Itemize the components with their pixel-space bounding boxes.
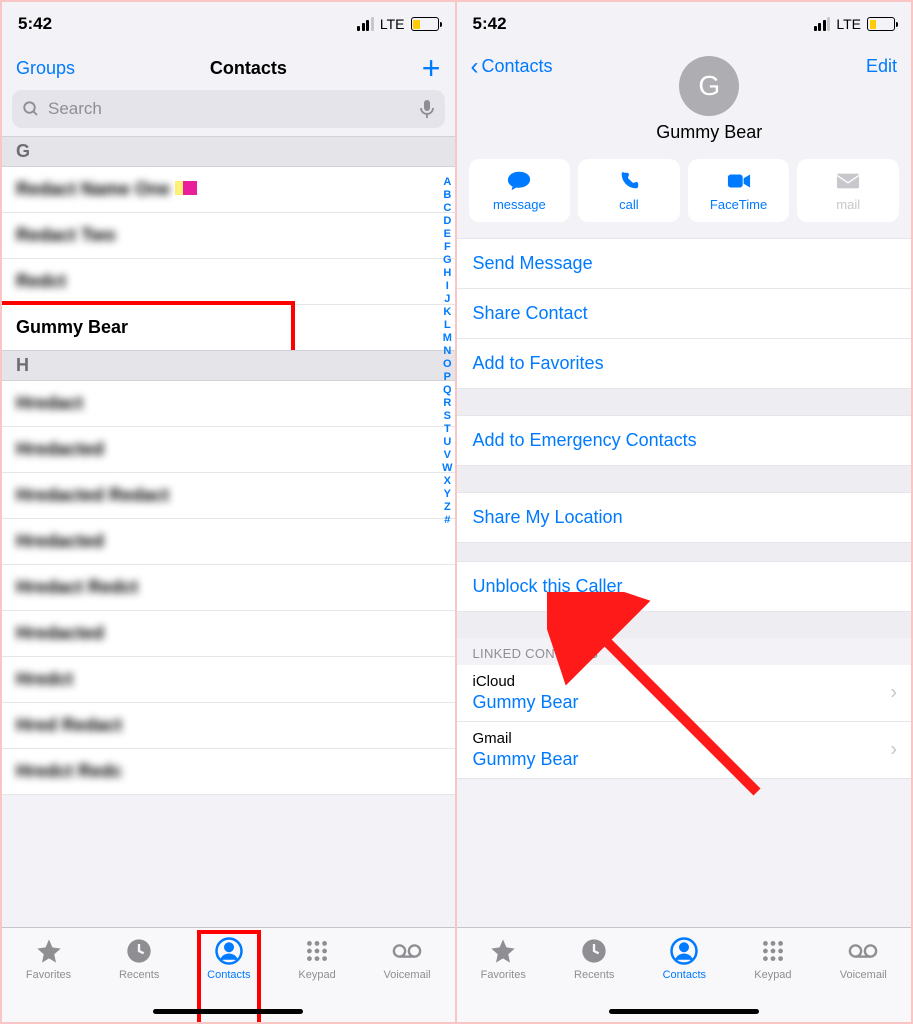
tab-bar: Favorites Recents Contacts Keypad Voicem… (457, 927, 912, 1022)
contact-list[interactable]: G Redact Name One Redact Two Redct Gummy… (2, 136, 455, 795)
section-header-h: H (2, 350, 455, 381)
search-placeholder: Search (48, 99, 102, 119)
voicemail-icon (848, 936, 878, 966)
mail-button: mail (797, 159, 899, 222)
keypad-icon (302, 936, 332, 966)
signal-icon (814, 17, 831, 31)
message-button[interactable]: message (469, 159, 571, 222)
list-item[interactable]: Hredact Redct (2, 565, 455, 611)
list-item[interactable]: Hredacted Redact (2, 473, 455, 519)
voicemail-icon (392, 936, 422, 966)
tab-voicemail[interactable]: Voicemail (384, 936, 431, 1022)
linked-contact-icloud[interactable]: iCloud Gummy Bear › (457, 665, 912, 722)
network-label: LTE (380, 16, 405, 32)
home-indicator[interactable] (609, 1009, 759, 1014)
unblock-caller-cell[interactable]: Unblock this Caller (457, 561, 912, 612)
avatar-block: G Gummy Bear (553, 56, 866, 143)
contact-name: Gummy Bear (656, 122, 762, 143)
mic-icon[interactable] (419, 99, 435, 119)
search-wrap: Search (2, 90, 455, 136)
back-button[interactable]: ‹ Contacts (471, 56, 553, 77)
clock-icon (579, 936, 609, 966)
list-item[interactable]: Hredacted (2, 519, 455, 565)
groups-button[interactable]: Groups (16, 58, 75, 79)
list-item[interactable]: Hredacted (2, 427, 455, 473)
chevron-left-icon: ‹ (471, 58, 479, 76)
list-item[interactable]: Hredacted (2, 611, 455, 657)
add-contact-button[interactable]: + (422, 50, 441, 87)
list-item-gummy-bear[interactable]: Gummy Bear (2, 301, 295, 354)
contact-icon (669, 936, 699, 966)
call-button[interactable]: call (578, 159, 680, 222)
add-favorites-cell[interactable]: Add to Favorites (457, 339, 912, 389)
tab-voicemail[interactable]: Voicemail (840, 936, 887, 1022)
emergency-contacts-cell[interactable]: Add to Emergency Contacts (457, 415, 912, 466)
page-title: Contacts (210, 58, 287, 79)
status-right: LTE (357, 16, 438, 32)
status-right: LTE (814, 16, 895, 32)
tab-favorites[interactable]: Favorites (481, 936, 526, 1022)
list-item[interactable]: Redact Two (2, 213, 455, 259)
chevron-right-icon: › (890, 682, 897, 705)
chevron-right-icon: › (890, 739, 897, 762)
tab-keypad[interactable]: Keypad (298, 936, 335, 1022)
phone-icon (617, 169, 641, 193)
status-time: 5:42 (473, 14, 507, 34)
clock-icon (124, 936, 154, 966)
mail-icon (836, 169, 860, 193)
detail-header: ‹ Contacts G Gummy Bear Edit (457, 46, 912, 149)
share-location-cell[interactable]: Share My Location (457, 492, 912, 543)
list-item[interactable]: Hredct Redc (2, 749, 455, 795)
status-time: 5:42 (18, 14, 52, 34)
send-message-cell[interactable]: Send Message (457, 238, 912, 289)
edit-button[interactable]: Edit (866, 56, 897, 77)
keypad-icon (758, 936, 788, 966)
signal-icon (357, 17, 374, 31)
list-item[interactable]: Redct (2, 259, 455, 305)
share-contact-cell[interactable]: Share Contact (457, 289, 912, 339)
status-bar: 5:42 LTE (457, 2, 912, 46)
avatar: G (679, 56, 739, 116)
tab-bar: Favorites Recents Contacts Keypad Voicem… (2, 927, 455, 1022)
contacts-list-screen: 5:42 LTE Groups Contacts + Search G Reda… (2, 2, 457, 1022)
status-bar: 5:42 LTE (2, 2, 455, 46)
video-icon (727, 169, 751, 193)
star-icon (34, 936, 64, 966)
linked-contacts-header: LINKED CONTACTS (457, 638, 912, 665)
list-item[interactable]: Redact Name One (2, 167, 455, 213)
section-header-g: G (2, 136, 455, 167)
network-label: LTE (836, 16, 861, 32)
actions-group: Send Message Share Contact Add to Favori… (457, 238, 912, 779)
contact-icon (214, 936, 244, 966)
facetime-button[interactable]: FaceTime (688, 159, 790, 222)
battery-icon (867, 17, 895, 31)
section-index[interactable]: ABCDEFGHIJKLMNOPQRSTUVWXYZ# (442, 176, 452, 526)
list-item[interactable]: Hred Redact (2, 703, 455, 749)
contact-detail-screen: 5:42 LTE ‹ Contacts G Gummy Bear Edit me… (457, 2, 912, 1022)
tab-favorites[interactable]: Favorites (26, 936, 71, 1022)
nav-header: Groups Contacts + (2, 46, 455, 90)
action-row: message call FaceTime mail (457, 149, 912, 238)
search-input[interactable]: Search (12, 90, 445, 128)
battery-icon (411, 17, 439, 31)
message-icon (507, 169, 531, 193)
linked-contact-gmail[interactable]: Gmail Gummy Bear › (457, 722, 912, 779)
list-item[interactable]: Hredact (2, 381, 455, 427)
home-indicator[interactable] (153, 1009, 303, 1014)
tab-keypad[interactable]: Keypad (754, 936, 791, 1022)
list-item[interactable]: Hredct (2, 657, 455, 703)
search-icon (22, 100, 40, 118)
star-icon (488, 936, 518, 966)
